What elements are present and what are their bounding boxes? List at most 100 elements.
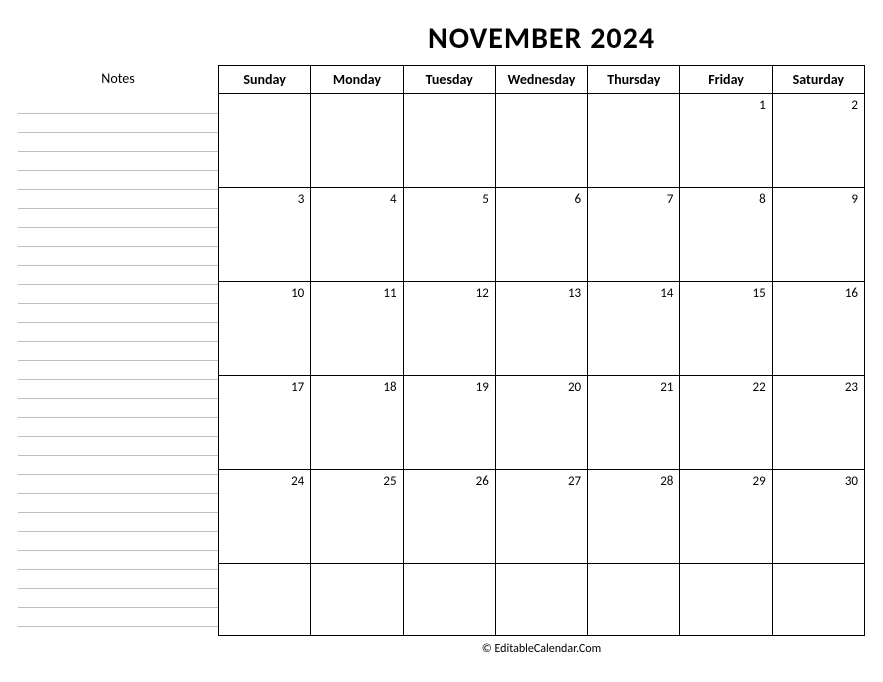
calendar-cell: 15 — [680, 282, 772, 376]
day-header: Monday — [311, 66, 403, 94]
day-number: 29 — [753, 474, 766, 489]
calendar-row — [219, 564, 865, 636]
day-number: 28 — [660, 474, 673, 489]
day-number: 4 — [390, 192, 397, 207]
day-number: 24 — [291, 474, 304, 489]
day-number: 27 — [568, 474, 581, 489]
day-header-row: SundayMondayTuesdayWednesdayThursdayFrid… — [219, 66, 865, 94]
day-number: 25 — [383, 474, 396, 489]
note-line — [18, 380, 218, 399]
calendar-cell: 13 — [495, 282, 587, 376]
day-header: Wednesday — [495, 66, 587, 94]
calendar-cell — [772, 564, 864, 636]
note-line — [18, 323, 218, 342]
note-line — [18, 247, 218, 266]
calendar-cell: 6 — [495, 188, 587, 282]
day-number: 7 — [667, 192, 674, 207]
calendar-cell: 12 — [403, 282, 495, 376]
calendar-cell: 25 — [311, 470, 403, 564]
calendar-cell: 28 — [588, 470, 680, 564]
calendar-cell — [219, 94, 311, 188]
calendar-cell: 24 — [219, 470, 311, 564]
note-line — [18, 228, 218, 247]
calendar-cell — [495, 564, 587, 636]
calendar-head: SundayMondayTuesdayWednesdayThursdayFrid… — [219, 66, 865, 94]
note-line — [18, 456, 218, 475]
calendar-cell — [219, 564, 311, 636]
day-number: 23 — [845, 380, 858, 395]
calendar-cell: 9 — [772, 188, 864, 282]
calendar-cell: 10 — [219, 282, 311, 376]
note-line — [18, 532, 218, 551]
day-number: 5 — [482, 192, 489, 207]
calendar-row: 17181920212223 — [219, 376, 865, 470]
calendar-cell: 17 — [219, 376, 311, 470]
day-number: 16 — [845, 286, 858, 301]
day-number: 15 — [753, 286, 766, 301]
calendar-cell: 23 — [772, 376, 864, 470]
calendar-cell — [495, 94, 587, 188]
day-number: 1 — [759, 98, 766, 113]
notes-lines — [18, 93, 218, 627]
day-number: 22 — [753, 380, 766, 395]
notes-heading: Notes — [18, 65, 218, 93]
day-number: 14 — [660, 286, 673, 301]
calendar-page: NOVEMBER 2024 Notes SundayMondayTuesdayW… — [0, 0, 883, 682]
note-line — [18, 304, 218, 323]
note-line — [18, 133, 218, 152]
calendar-cell: 22 — [680, 376, 772, 470]
calendar-cell: 2 — [772, 94, 864, 188]
day-header: Sunday — [219, 66, 311, 94]
note-line — [18, 418, 218, 437]
day-header: Friday — [680, 66, 772, 94]
note-line — [18, 589, 218, 608]
notes-column: Notes — [18, 65, 218, 636]
day-header: Saturday — [772, 66, 864, 94]
calendar-cell — [588, 564, 680, 636]
calendar-body: 1234567891011121314151617181920212223242… — [219, 94, 865, 636]
calendar-cell: 27 — [495, 470, 587, 564]
calendar-cell: 5 — [403, 188, 495, 282]
calendar-cell — [311, 564, 403, 636]
note-line — [18, 266, 218, 285]
note-line — [18, 608, 218, 627]
calendar-cell: 26 — [403, 470, 495, 564]
day-number: 19 — [476, 380, 489, 395]
calendar-cell: 16 — [772, 282, 864, 376]
calendar-cell: 7 — [588, 188, 680, 282]
calendar-cell: 30 — [772, 470, 864, 564]
note-line — [18, 475, 218, 494]
calendar-cell: 8 — [680, 188, 772, 282]
day-number: 18 — [383, 380, 396, 395]
calendar-cell: 29 — [680, 470, 772, 564]
calendar-cell — [588, 94, 680, 188]
note-line — [18, 361, 218, 380]
layout: Notes SundayMondayTuesdayWednesdayThursd… — [18, 65, 865, 636]
day-number: 8 — [759, 192, 766, 207]
note-line — [18, 285, 218, 304]
calendar-row: 10 11 1213 14 15 16 — [219, 282, 865, 376]
calendar-cell: 19 — [403, 376, 495, 470]
day-header: Thursday — [588, 66, 680, 94]
calendar-table: SundayMondayTuesdayWednesdayThursdayFrid… — [218, 65, 865, 636]
day-number: 21 — [660, 380, 673, 395]
calendar-cell — [680, 564, 772, 636]
note-line — [18, 152, 218, 171]
calendar-cell: 4 — [311, 188, 403, 282]
day-number: 9 — [851, 192, 858, 207]
calendar-cell: 21 — [588, 376, 680, 470]
page-title: NOVEMBER 2024 — [218, 20, 865, 57]
calendar-cell — [403, 564, 495, 636]
calendar-cell — [403, 94, 495, 188]
day-header: Tuesday — [403, 66, 495, 94]
note-line — [18, 171, 218, 190]
note-line — [18, 494, 218, 513]
calendar-cell: 18 — [311, 376, 403, 470]
footer-text: © EditableCalendar.Com — [218, 642, 865, 656]
day-number: 2 — [851, 98, 858, 113]
calendar-cell: 14 — [588, 282, 680, 376]
day-number: 17 — [291, 380, 304, 395]
day-number: 10 — [291, 286, 304, 301]
calendar-row: 3456789 — [219, 188, 865, 282]
day-number: 11 — [383, 286, 396, 301]
